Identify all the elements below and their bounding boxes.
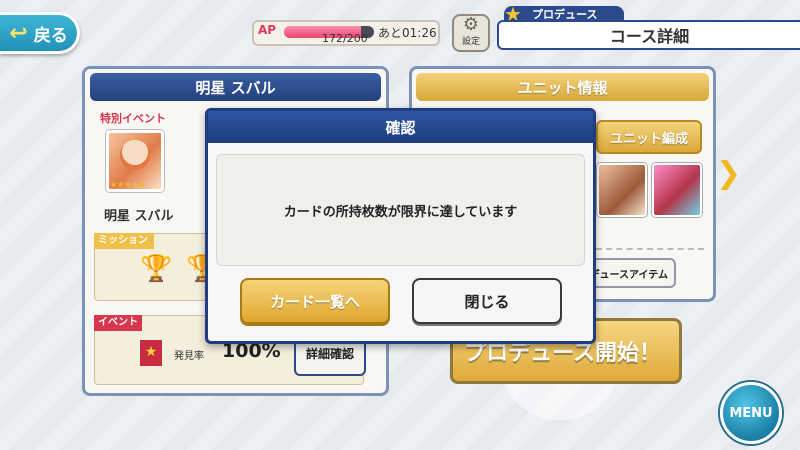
gear-icon: ⚙ (462, 14, 480, 35)
unit-panel-title: ユニット情報 (416, 73, 709, 101)
ap-timer: あと01:26 (378, 26, 437, 40)
card-list-button[interactable]: カード一覧へ (240, 278, 390, 324)
rarity-stars-icon: ★★★★★ (110, 180, 146, 189)
mission-label: ミッション (94, 233, 154, 249)
dialog-title-text: 確認 (385, 118, 416, 137)
event-star-icon: ★ (140, 340, 162, 366)
menu-button[interactable]: MENU (720, 382, 782, 444)
produce-items-button[interactable]: デュースアイテム (586, 258, 676, 288)
dialog-title: 確認 (208, 111, 593, 143)
unit-card[interactable] (597, 163, 647, 217)
back-arrow-icon: ↩ (9, 20, 28, 46)
unit-card[interactable] (652, 163, 702, 217)
settings-label: 設定 (461, 37, 480, 47)
ap-label: AP (258, 23, 277, 37)
trophy-icon: 🏆 (140, 254, 173, 284)
special-event-tag: 特別イベント (100, 112, 166, 125)
settings-button[interactable]: ⚙ 設定 (452, 14, 490, 52)
character-name: 明星 スバル (104, 209, 174, 224)
next-arrow-icon[interactable]: ❯ (716, 156, 741, 191)
event-label: イベント (94, 315, 142, 331)
page-title: コース詳細 (497, 20, 800, 50)
back-button-label: 戻る (33, 25, 68, 46)
find-rate-label: 発見率 (174, 351, 204, 362)
close-button[interactable]: 閉じる (412, 278, 562, 324)
divider (596, 248, 704, 250)
character-panel-title: 明星 スバル (90, 73, 381, 101)
back-button[interactable]: ↩ 戻る (0, 12, 80, 54)
unit-edit-button[interactable]: ユニット編成 (596, 120, 702, 154)
character-portrait-icon (120, 140, 150, 170)
dialog-message: カードの所持枚数が限界に達しています (216, 154, 585, 266)
ap-value: 172/200 (322, 32, 368, 45)
